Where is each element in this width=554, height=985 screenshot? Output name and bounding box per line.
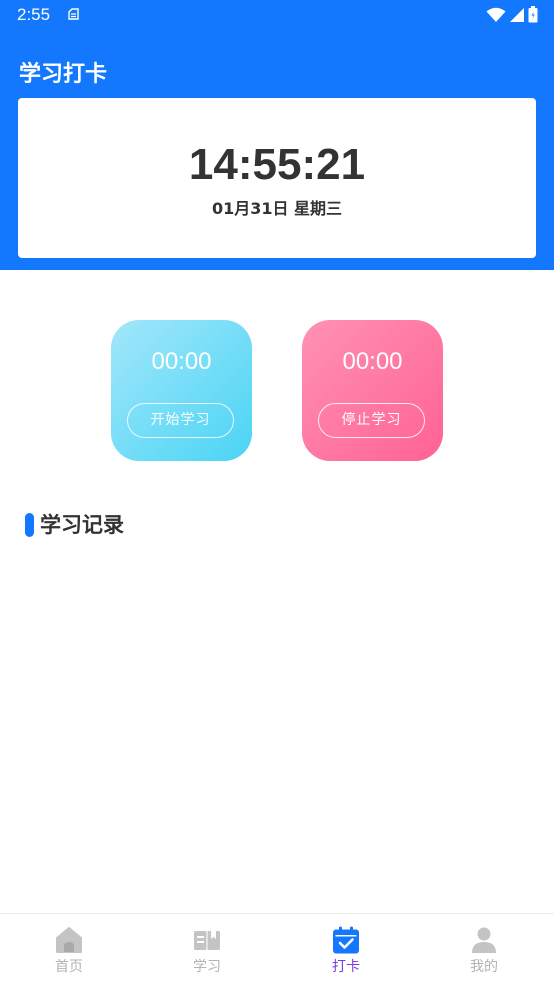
tab-home-label: 首页 (55, 959, 83, 975)
current-date: 01月31日 星期三 (211, 199, 343, 218)
status-bar: 2:55 (0, 0, 554, 32)
tab-checkin-label: 打卡 (332, 959, 360, 975)
stop-timer-value: 00:00 (342, 348, 403, 375)
calendar-check-icon (333, 926, 359, 954)
battery-icon (528, 6, 538, 23)
tab-mine[interactable]: 我的 (434, 914, 534, 985)
status-icons (486, 6, 538, 23)
tab-study-label: 学习 (193, 959, 221, 975)
wifi-icon (486, 7, 506, 22)
tab-checkin[interactable]: 打卡 (296, 914, 396, 985)
signal-icon (510, 8, 524, 22)
home-icon (56, 927, 82, 953)
stop-study-button[interactable]: 停止学习 (318, 403, 425, 438)
page-title: 学习打卡 (19, 62, 108, 87)
current-time: 14:55:21 (188, 140, 366, 189)
start-study-button[interactable]: 开始学习 (127, 403, 234, 438)
stop-timer-card: 00:00 停止学习 (302, 320, 443, 461)
notification-icon (68, 8, 79, 20)
status-time: 2:55 (17, 5, 51, 24)
person-icon (472, 927, 496, 953)
tab-home[interactable]: 首页 (19, 914, 119, 985)
section-marker (25, 513, 34, 537)
bottom-tab-bar: 首页 学习 打卡 我的 (0, 913, 554, 985)
clock-card: 14:55:21 01月31日 星期三 (18, 98, 536, 258)
tab-study[interactable]: 学习 (157, 914, 257, 985)
book-icon (194, 931, 220, 950)
tab-mine-label: 我的 (470, 959, 498, 975)
start-timer-value: 00:00 (151, 348, 212, 375)
records-section-title: 学习记录 (40, 513, 124, 537)
start-timer-card: 00:00 开始学习 (111, 320, 252, 461)
